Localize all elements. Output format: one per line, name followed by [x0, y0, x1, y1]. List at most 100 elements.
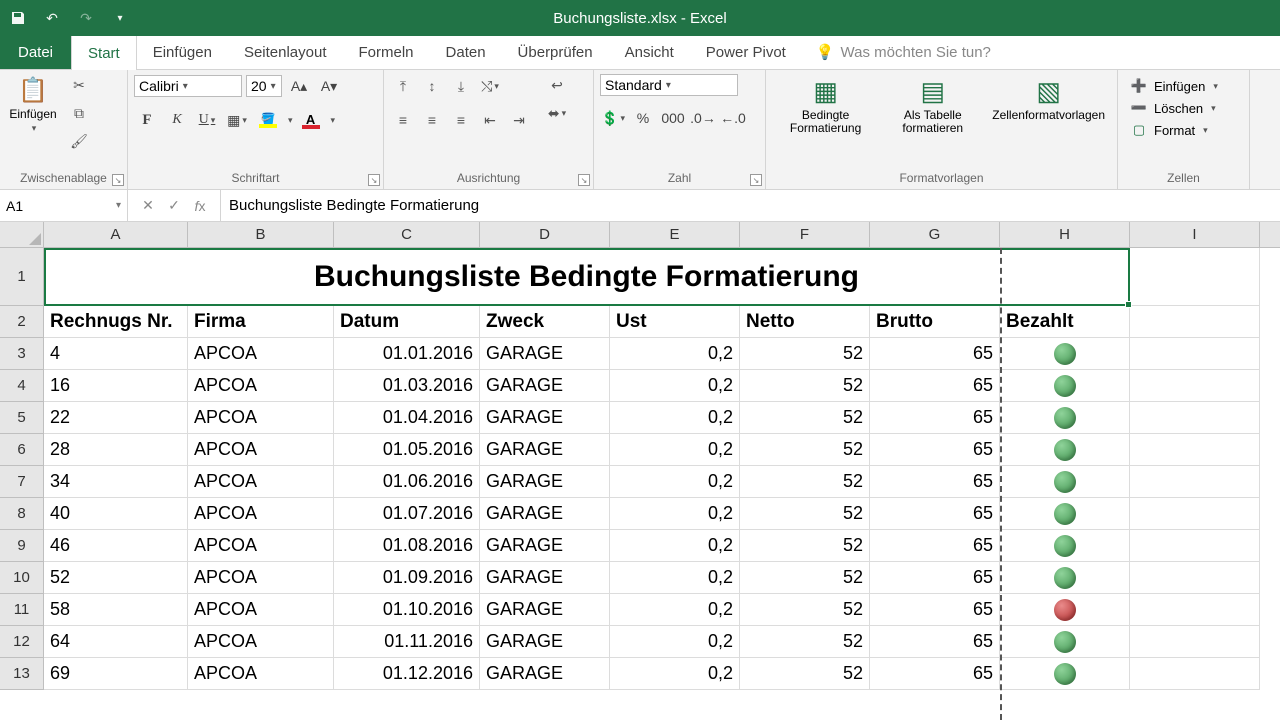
percent-format-icon[interactable]: %	[630, 106, 656, 130]
undo-icon[interactable]: ↶	[42, 8, 62, 28]
cell-datum[interactable]: 01.09.2016	[334, 562, 480, 594]
cell-nr[interactable]: 4	[44, 338, 188, 370]
dialog-launcher-icon[interactable]: ↘	[112, 174, 124, 186]
align-center-icon[interactable]: ≡	[419, 108, 445, 132]
fx-icon[interactable]: fx	[188, 194, 212, 218]
merge-center-icon[interactable]: ⬌▾	[544, 102, 570, 124]
cell-bezahlt[interactable]	[1000, 562, 1130, 594]
cell-brutto[interactable]: 65	[870, 530, 1000, 562]
underline-button[interactable]: U▾	[194, 108, 220, 132]
cell-firma[interactable]: APCOA	[188, 338, 334, 370]
tab-insert[interactable]: Einfügen	[137, 35, 228, 69]
tab-start[interactable]: Start	[71, 34, 137, 70]
cell-ust[interactable]: 0,2	[610, 530, 740, 562]
cell-ust[interactable]: 0,2	[610, 562, 740, 594]
cell-datum[interactable]: 01.05.2016	[334, 434, 480, 466]
col-header-g[interactable]: G	[870, 222, 1000, 247]
cell-zweck[interactable]: GARAGE	[480, 530, 610, 562]
increase-font-icon[interactable]: A▴	[286, 74, 312, 98]
chevron-down-icon[interactable]: ▾	[288, 115, 293, 126]
font-color-button[interactable]: A	[297, 108, 325, 132]
align-right-icon[interactable]: ≡	[448, 108, 474, 132]
tab-formulas[interactable]: Formeln	[343, 35, 430, 69]
cell-ust[interactable]: 0,2	[610, 434, 740, 466]
cell-firma[interactable]: APCOA	[188, 530, 334, 562]
cell-zweck[interactable]: GARAGE	[480, 466, 610, 498]
row-header-2[interactable]: 2	[0, 306, 44, 338]
cell-datum[interactable]: 01.12.2016	[334, 658, 480, 690]
cell-firma[interactable]: APCOA	[188, 498, 334, 530]
increase-decimal-icon[interactable]: .0→	[690, 106, 716, 130]
dialog-launcher-icon[interactable]: ↘	[368, 174, 380, 186]
align-left-icon[interactable]: ≡	[390, 108, 416, 132]
header-brutto[interactable]: Brutto	[870, 306, 1000, 338]
header-bezahlt[interactable]: Bezahlt	[1000, 306, 1130, 338]
cell-empty[interactable]	[1130, 498, 1260, 530]
save-icon[interactable]	[8, 8, 28, 28]
cell-i2[interactable]	[1130, 306, 1260, 338]
col-header-i[interactable]: I	[1130, 222, 1260, 247]
cell-brutto[interactable]: 65	[870, 658, 1000, 690]
cell-brutto[interactable]: 65	[870, 594, 1000, 626]
row-header[interactable]: 5	[0, 402, 44, 434]
row-header[interactable]: 9	[0, 530, 44, 562]
borders-button[interactable]: ▦▾	[224, 108, 250, 132]
tab-pagelayout[interactable]: Seitenlayout	[228, 35, 343, 69]
tell-me[interactable]: 💡 Was möchten Sie tun?	[802, 35, 1007, 69]
cell-netto[interactable]: 52	[740, 594, 870, 626]
cell-empty[interactable]	[1130, 370, 1260, 402]
cell-brutto[interactable]: 65	[870, 562, 1000, 594]
col-header-a[interactable]: A	[44, 222, 188, 247]
decrease-indent-icon[interactable]: ⇤	[477, 108, 503, 132]
cell-bezahlt[interactable]	[1000, 658, 1130, 690]
cell-bezahlt[interactable]	[1000, 626, 1130, 658]
cell-ust[interactable]: 0,2	[610, 338, 740, 370]
cell-netto[interactable]: 52	[740, 658, 870, 690]
cell-ust[interactable]: 0,2	[610, 658, 740, 690]
cell-firma[interactable]: APCOA	[188, 402, 334, 434]
format-painter-icon[interactable]: 🖌	[66, 130, 92, 152]
cell-empty[interactable]	[1130, 626, 1260, 658]
col-header-d[interactable]: D	[480, 222, 610, 247]
header-datum[interactable]: Datum	[334, 306, 480, 338]
col-header-f[interactable]: F	[740, 222, 870, 247]
cell-empty[interactable]	[1130, 562, 1260, 594]
row-header[interactable]: 4	[0, 370, 44, 402]
accounting-format-icon[interactable]: 💲▾	[600, 106, 626, 130]
cell-zweck[interactable]: GARAGE	[480, 626, 610, 658]
font-name-combo[interactable]: Calibri ▾	[134, 75, 242, 97]
delete-cells-button[interactable]: ➖ Löschen ▾	[1124, 98, 1224, 118]
cell-empty[interactable]	[1130, 434, 1260, 466]
col-header-c[interactable]: C	[334, 222, 480, 247]
cell-nr[interactable]: 64	[44, 626, 188, 658]
cell-zweck[interactable]: GARAGE	[480, 338, 610, 370]
cell-zweck[interactable]: GARAGE	[480, 594, 610, 626]
cell-netto[interactable]: 52	[740, 562, 870, 594]
tab-review[interactable]: Überprüfen	[502, 35, 609, 69]
cell-datum[interactable]: 01.07.2016	[334, 498, 480, 530]
row-header[interactable]: 6	[0, 434, 44, 466]
tab-view[interactable]: Ansicht	[609, 35, 690, 69]
number-format-combo[interactable]: Standard ▾	[600, 74, 738, 96]
cell-firma[interactable]: APCOA	[188, 594, 334, 626]
name-box[interactable]: A1 ▾	[0, 190, 128, 221]
header-ust[interactable]: Ust	[610, 306, 740, 338]
cell-datum[interactable]: 01.01.2016	[334, 338, 480, 370]
cell-nr[interactable]: 58	[44, 594, 188, 626]
fill-color-button[interactable]: 🪣	[254, 108, 282, 132]
cell-bezahlt[interactable]	[1000, 466, 1130, 498]
cell-empty[interactable]	[1130, 594, 1260, 626]
dialog-launcher-icon[interactable]: ↘	[750, 174, 762, 186]
cell-bezahlt[interactable]	[1000, 338, 1130, 370]
row-header[interactable]: 12	[0, 626, 44, 658]
qat-customize-icon[interactable]: ▾	[110, 8, 130, 28]
dialog-launcher-icon[interactable]: ↘	[578, 174, 590, 186]
chevron-down-icon[interactable]: ▾	[331, 115, 336, 126]
cell-i1[interactable]	[1130, 248, 1260, 306]
cell-netto[interactable]: 52	[740, 338, 870, 370]
cell-firma[interactable]: APCOA	[188, 562, 334, 594]
decrease-font-icon[interactable]: A▾	[316, 74, 342, 98]
cell-empty[interactable]	[1130, 466, 1260, 498]
cell-zweck[interactable]: GARAGE	[480, 498, 610, 530]
cell-nr[interactable]: 22	[44, 402, 188, 434]
